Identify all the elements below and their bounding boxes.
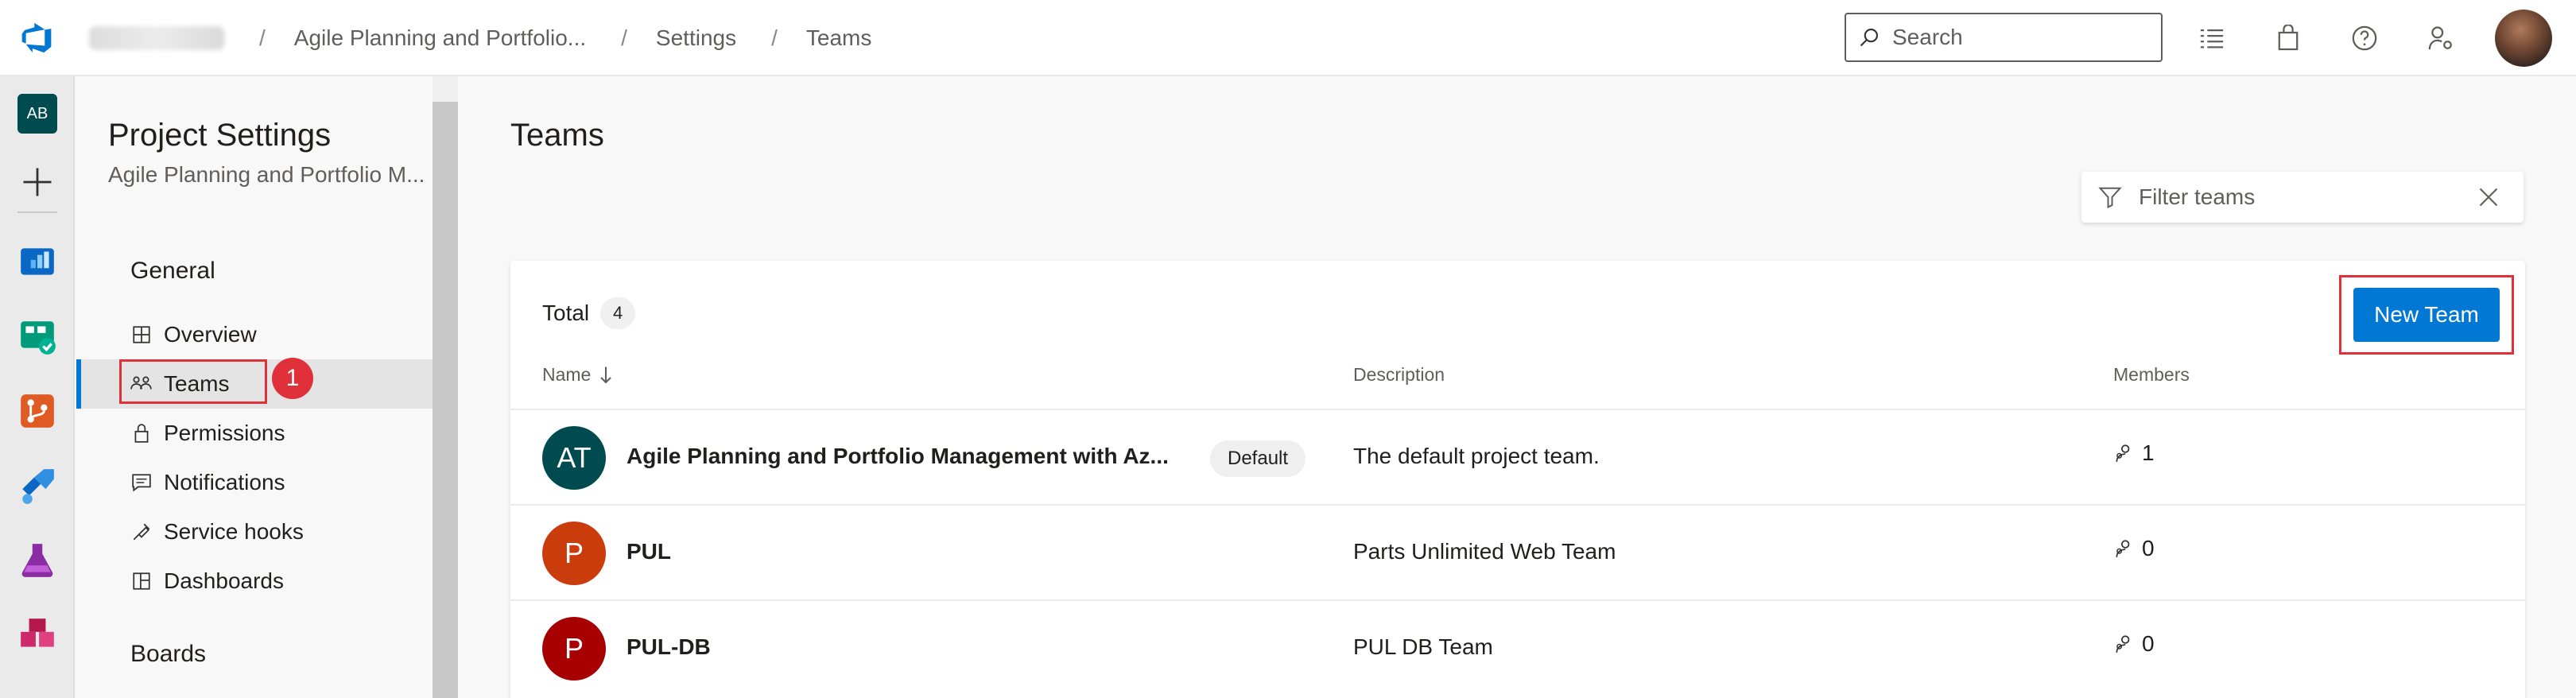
breadcrumb-org-blurred[interactable] xyxy=(89,26,224,50)
user-settings-icon[interactable] xyxy=(2423,21,2458,56)
nav-title: Project Settings xyxy=(108,118,332,153)
breadcrumb-settings[interactable]: Settings xyxy=(656,25,736,51)
nav-item-overview[interactable]: Overview xyxy=(76,310,433,359)
members-icon xyxy=(2116,635,2130,653)
top-header: / Agile Planning and Portfolio... / Sett… xyxy=(0,0,2576,76)
total-summary: Total 4 xyxy=(542,297,636,329)
add-icon[interactable] xyxy=(21,165,54,199)
default-badge: Default xyxy=(1210,440,1306,477)
rail-divider xyxy=(17,211,57,213)
members-count: 1 xyxy=(2142,440,2155,465)
team-name[interactable]: PUL xyxy=(627,539,671,564)
column-header-members[interactable]: Members xyxy=(2113,364,2190,386)
pipelines-icon[interactable] xyxy=(17,466,57,506)
column-header-name[interactable]: Name xyxy=(542,364,613,386)
nav-project-name: Agile Planning and Portfolio M... xyxy=(108,162,425,187)
team-description: Parts Unlimited Web Team xyxy=(1353,539,1616,564)
filter-teams-box[interactable] xyxy=(2081,172,2524,223)
total-count-badge: 4 xyxy=(600,297,636,329)
team-name[interactable]: PUL-DB xyxy=(627,634,711,660)
members-icon xyxy=(2116,540,2130,557)
help-icon[interactable] xyxy=(2347,21,2382,56)
notifications-icon xyxy=(130,471,153,494)
table-row[interactable]: AT Agile Planning and Portfolio Manageme… xyxy=(510,409,2525,504)
nav-item-label: Service hooks xyxy=(164,519,304,544)
user-avatar[interactable] xyxy=(2495,10,2552,67)
nav-item-label: Permissions xyxy=(164,421,285,445)
nav-group-boards: Boards xyxy=(130,641,207,667)
app-rail: AB xyxy=(0,76,75,698)
nav-scrollbar[interactable] xyxy=(433,102,458,698)
column-header-description[interactable]: Description xyxy=(1353,364,1445,386)
highlight-new-team xyxy=(2339,275,2514,355)
service-hooks-icon xyxy=(130,521,153,543)
breadcrumb-separator: / xyxy=(259,25,266,50)
project-badge[interactable]: AB xyxy=(17,94,57,134)
breadcrumb-teams[interactable]: Teams xyxy=(806,25,871,51)
team-members: 0 xyxy=(2113,536,2155,561)
nav-item-permissions[interactable]: Permissions xyxy=(76,409,433,458)
team-description: The default project team. xyxy=(1353,444,1600,468)
search-box[interactable] xyxy=(1845,13,2163,62)
search-icon xyxy=(1846,26,1892,48)
boards-icon[interactable] xyxy=(17,316,57,356)
table-row[interactable]: P PUL-DB PUL DB Team 0 xyxy=(510,599,2525,695)
filter-teams-input[interactable] xyxy=(2139,184,2457,210)
repos-icon[interactable] xyxy=(17,391,57,431)
highlight-teams xyxy=(119,359,267,404)
azure-devops-logo-icon[interactable] xyxy=(17,21,56,56)
team-description: PUL DB Team xyxy=(1353,634,1493,659)
breadcrumb-separator: / xyxy=(621,25,627,50)
members-count: 0 xyxy=(2142,536,2155,560)
scrollbar-track xyxy=(433,76,458,102)
artifacts-icon[interactable] xyxy=(17,615,57,655)
page-title: Teams xyxy=(510,118,604,153)
clear-filter-icon[interactable] xyxy=(2477,186,2500,208)
search-input[interactable] xyxy=(1892,25,2147,50)
nav-item-label: Notifications xyxy=(164,470,285,494)
members-icon xyxy=(2116,444,2130,462)
team-avatar: P xyxy=(542,522,606,585)
breadcrumb-separator: / xyxy=(771,25,778,50)
nav-item-dashboards[interactable]: Dashboards xyxy=(76,556,433,606)
total-label: Total xyxy=(542,301,590,325)
marketplace-icon[interactable] xyxy=(2271,21,2306,56)
breadcrumb-project[interactable]: Agile Planning and Portfolio... xyxy=(294,25,586,51)
nav-item-label: Overview xyxy=(164,322,257,347)
column-header-name-label: Name xyxy=(542,364,592,385)
table-row[interactable]: P PUL Parts Unlimited Web Team 0 xyxy=(510,504,2525,599)
nav-item-service-hooks[interactable]: Service hooks xyxy=(76,507,433,556)
team-members: 1 xyxy=(2113,440,2155,466)
nav-item-label: Dashboards xyxy=(164,568,284,593)
breadcrumb: / Agile Planning and Portfolio... / Sett… xyxy=(89,0,871,76)
lock-icon xyxy=(130,422,153,444)
nav-item-notifications[interactable]: Notifications xyxy=(76,458,433,507)
nav-group-general: General xyxy=(130,258,215,284)
work-items-icon[interactable] xyxy=(2194,21,2229,56)
overview-icon xyxy=(130,324,153,346)
filter-icon xyxy=(2081,185,2139,209)
sort-down-icon xyxy=(600,366,612,383)
overview-icon[interactable] xyxy=(17,242,57,281)
team-name[interactable]: Agile Planning and Portfolio Management … xyxy=(627,444,1169,469)
members-count: 0 xyxy=(2142,631,2155,656)
test-plans-icon[interactable] xyxy=(17,541,57,580)
team-avatar: P xyxy=(542,617,606,681)
teams-card: Total 4 New Team Name Description Member… xyxy=(510,261,2525,698)
team-members: 0 xyxy=(2113,631,2155,657)
team-avatar: AT xyxy=(542,426,606,490)
step-1-marker: 1 xyxy=(272,358,313,399)
dashboards-icon xyxy=(130,570,153,592)
